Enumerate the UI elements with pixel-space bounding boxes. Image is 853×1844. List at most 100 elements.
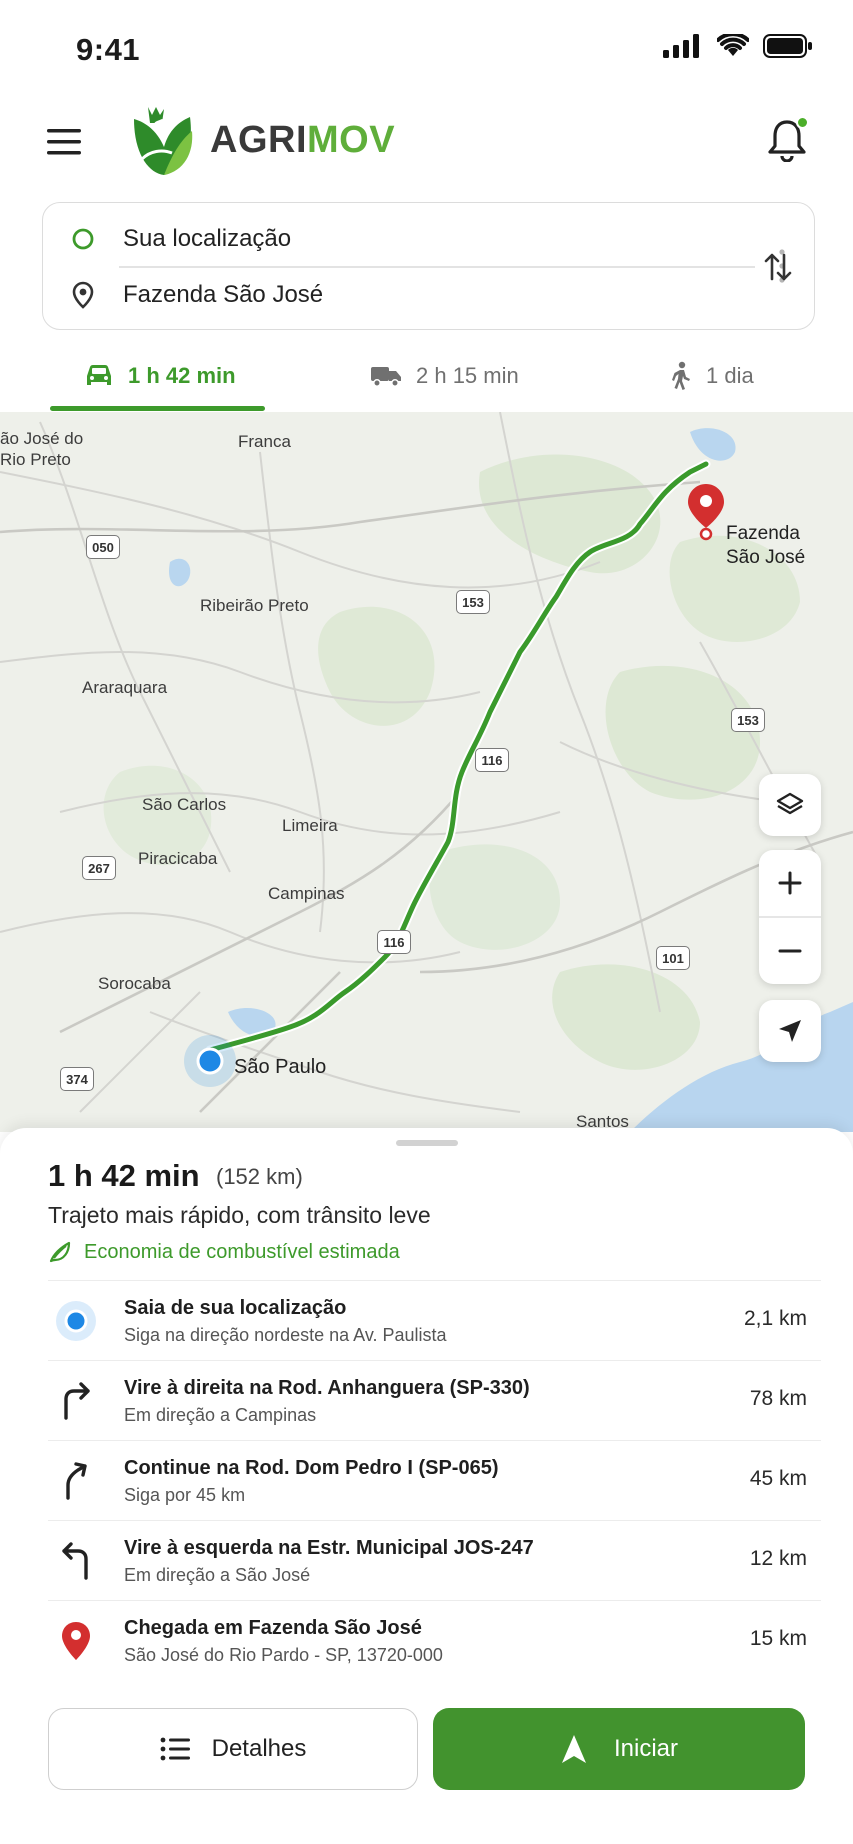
destination-pin-icon bbox=[48, 1615, 104, 1667]
step-distance: 15 km bbox=[749, 1627, 807, 1650]
map-destination-line1: Fazenda bbox=[726, 523, 800, 544]
destination-pin-icon[interactable] bbox=[686, 482, 726, 542]
directions-list: Saia de sua localização Siga na direção … bbox=[48, 1280, 821, 1680]
tab-truck-label: 2 h 15 min bbox=[416, 363, 519, 388]
road-shield: 267 bbox=[82, 856, 116, 880]
leaf-icon bbox=[49, 1241, 71, 1263]
zoom-controls bbox=[759, 850, 821, 984]
route-input-card: Sua localização Fazenda São José bbox=[42, 202, 815, 330]
road-shield: 116 bbox=[377, 930, 411, 954]
wifi-icon bbox=[717, 34, 749, 56]
step-title: Vire à esquerda na Estr. Municipal JOS-2… bbox=[124, 1537, 534, 1559]
logo-leaf-icon bbox=[134, 107, 193, 175]
direction-step[interactable]: Saia de sua localização Siga na direção … bbox=[48, 1280, 821, 1360]
summary-distance: (152 km) bbox=[216, 1164, 303, 1189]
destination-text: Fazenda São José bbox=[123, 281, 324, 308]
map-label-ribeirao: Ribeirão Preto bbox=[200, 596, 309, 615]
map-label-araraquara: Araraquara bbox=[82, 678, 168, 697]
step-distance: 2,1 km bbox=[743, 1307, 807, 1330]
list-icon bbox=[160, 1737, 190, 1761]
step-title: Saia de sua localização bbox=[124, 1297, 347, 1319]
direction-step[interactable]: Chegada em Fazenda São José São José do … bbox=[48, 1600, 821, 1680]
eco-note-text: Economia de combustível estimada bbox=[84, 1240, 400, 1263]
battery-icon bbox=[763, 34, 812, 58]
road-shield: 374 bbox=[60, 1067, 94, 1091]
app-header: AGRIMOV bbox=[0, 100, 853, 200]
plus-icon bbox=[778, 871, 802, 895]
logo-text-mov: MOV bbox=[307, 118, 396, 161]
step-title: Continue na Rod. Dom Pedro I (SP-065) bbox=[124, 1457, 499, 1479]
step-distance: 45 km bbox=[749, 1467, 807, 1490]
details-button[interactable]: Detalhes bbox=[48, 1708, 418, 1790]
details-button-label: Detalhes bbox=[211, 1735, 307, 1762]
step-distance: 78 km bbox=[749, 1387, 807, 1410]
tab-truck[interactable]: 2 h 15 min bbox=[370, 340, 519, 412]
status-time: 9:41 bbox=[76, 32, 141, 67]
route-map[interactable]: ão José do Rio Preto Franca Ribeirão Pre… bbox=[0, 412, 853, 1132]
zoom-out-button[interactable] bbox=[759, 918, 821, 984]
origin-dot-icon bbox=[48, 1295, 104, 1347]
road-shield: 153 bbox=[456, 590, 490, 614]
walk-icon bbox=[672, 361, 690, 390]
truck-icon bbox=[371, 367, 401, 387]
swap-route-button[interactable] bbox=[758, 245, 798, 289]
tab-walk-label: 1 dia bbox=[706, 363, 754, 388]
location-pin-icon bbox=[43, 281, 123, 309]
eco-note: Economia de combustível estimada bbox=[48, 1240, 400, 1264]
destination-field[interactable]: Fazenda São José bbox=[43, 267, 723, 323]
travel-mode-tabs: 1 h 42 min 2 h 15 min 1 dia bbox=[0, 340, 853, 412]
road-shield: 116 bbox=[475, 748, 509, 772]
start-button-label: Iniciar bbox=[613, 1735, 679, 1762]
logo-text: AGRIMOV bbox=[210, 119, 395, 162]
map-label-limeira: Limeira bbox=[282, 816, 338, 835]
minus-icon bbox=[778, 949, 802, 953]
origin-field[interactable]: Sua localização bbox=[43, 211, 723, 267]
status-bar: 9:41 bbox=[0, 0, 853, 100]
direction-step[interactable]: Continue na Rod. Dom Pedro I (SP-065) Si… bbox=[48, 1440, 821, 1520]
car-icon bbox=[87, 365, 111, 385]
active-tab-indicator bbox=[50, 406, 265, 411]
tab-car-label: 1 h 42 min bbox=[128, 363, 236, 388]
signal-icon bbox=[663, 34, 699, 58]
road-shield: 153 bbox=[731, 708, 765, 732]
step-title: Chegada em Fazenda São José bbox=[124, 1617, 422, 1639]
tab-walk[interactable]: 1 dia bbox=[670, 340, 754, 412]
app-logo: AGRIMOV bbox=[128, 100, 395, 180]
step-subtitle: Siga por 45 km bbox=[124, 1485, 246, 1505]
map-destination-line2: São José bbox=[726, 547, 806, 568]
step-subtitle: Siga na direção nordeste na Av. Paulista bbox=[124, 1325, 447, 1345]
zoom-in-button[interactable] bbox=[759, 850, 821, 916]
continue-icon bbox=[48, 1455, 104, 1507]
map-destination-label: Fazenda São José bbox=[726, 522, 805, 570]
direction-step[interactable]: Vire à esquerda na Estr. Municipal JOS-2… bbox=[48, 1520, 821, 1600]
turn-right-icon bbox=[48, 1375, 104, 1427]
start-navigation-button[interactable]: Iniciar bbox=[433, 1708, 805, 1790]
hamburger-icon bbox=[47, 129, 81, 155]
map-label-franca: Franca bbox=[238, 432, 291, 451]
notifications-button[interactable] bbox=[761, 114, 813, 166]
map-label-piracicaba: Piracicaba bbox=[138, 849, 218, 868]
notification-badge bbox=[796, 116, 809, 129]
map-label-sjrp: ão José do Rio Preto bbox=[0, 429, 84, 469]
road-shield: 101 bbox=[656, 946, 690, 970]
map-layers-button[interactable] bbox=[759, 774, 821, 836]
swap-arrows-icon bbox=[764, 253, 792, 281]
road-shield: 050 bbox=[86, 535, 120, 559]
step-title: Vire à direita na Rod. Anhanguera (SP-33… bbox=[124, 1377, 530, 1399]
tab-car[interactable]: 1 h 42 min bbox=[84, 340, 236, 412]
layers-icon bbox=[776, 792, 804, 815]
route-details-sheet: 1 h 42 min (152 km) Trajeto mais rápido,… bbox=[0, 1128, 853, 1844]
summary-description: Trajeto mais rápido, com trânsito leve bbox=[48, 1202, 431, 1228]
origin-text: Sua localização bbox=[123, 225, 292, 252]
map-label-campinas: Campinas bbox=[268, 884, 345, 903]
sheet-drag-handle[interactable] bbox=[396, 1140, 458, 1146]
menu-button[interactable] bbox=[40, 118, 88, 166]
step-subtitle: São José do Rio Pardo - SP, 13720-000 bbox=[124, 1645, 443, 1665]
step-distance: 12 km bbox=[749, 1547, 807, 1570]
direction-step[interactable]: Vire à direita na Rod. Anhanguera (SP-33… bbox=[48, 1360, 821, 1440]
logo-text-agri: AGRI bbox=[210, 118, 307, 161]
my-location-button[interactable] bbox=[759, 1000, 821, 1062]
map-label-saocarlos: São Carlos bbox=[142, 795, 227, 814]
step-subtitle: Em direção a São José bbox=[124, 1565, 311, 1585]
map-label-saopaulo: São Paulo bbox=[234, 1056, 327, 1078]
